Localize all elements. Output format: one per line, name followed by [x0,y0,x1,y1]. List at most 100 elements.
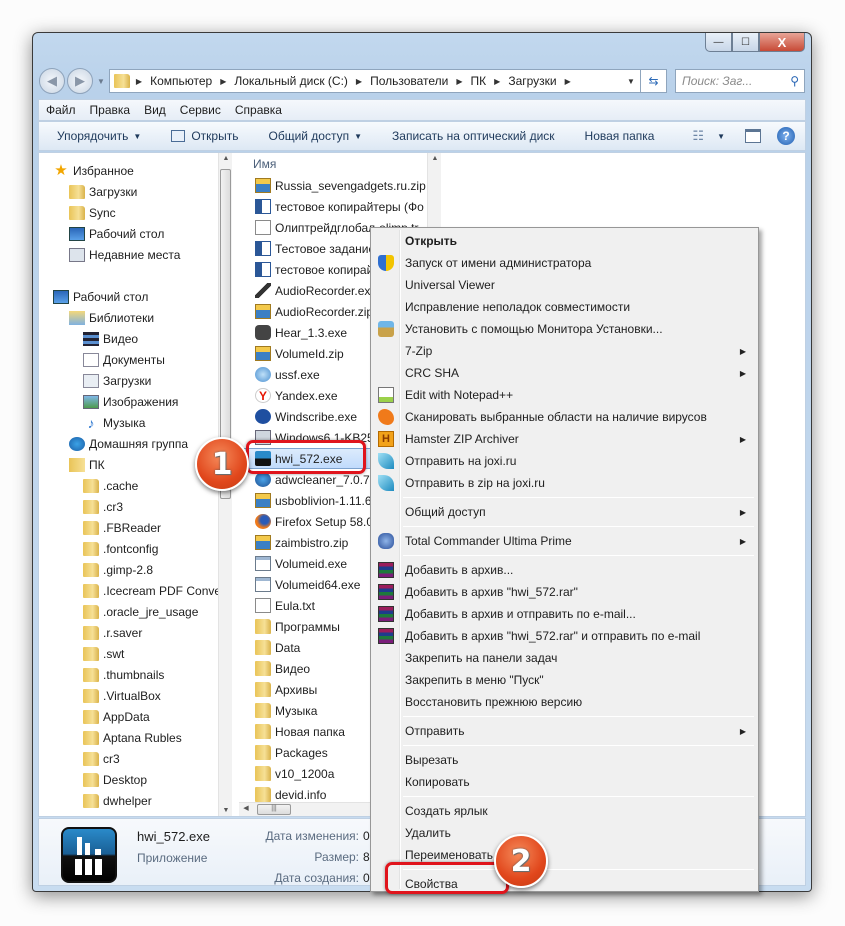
close-button[interactable]: X [759,33,805,52]
nav-item[interactable]: Домашняя группа [39,433,218,454]
burn-button[interactable]: Записать на оптический диск [392,129,555,143]
context-menu-item[interactable]: Добавить в архив "hwi_572.rar" [373,581,756,603]
back-button[interactable]: ◀ [39,68,65,94]
hscroll-thumb[interactable]: ||| [257,804,291,815]
nav-item[interactable]: .oracle_jre_usage [39,601,218,622]
nav-item[interactable]: Загрузки [39,181,218,202]
scroll-down-icon[interactable]: ▼ [219,807,233,814]
context-menu-item[interactable]: Сканировать выбранные области на наличие… [373,406,756,428]
nav-item[interactable]: dwhelper [39,790,218,811]
context-menu-item[interactable]: Добавить в архив "hwi_572.rar" и отправи… [373,625,756,647]
context-menu-item[interactable]: Создать ярлык [373,800,756,822]
nav-item[interactable]: .swt [39,643,218,664]
breadcrumb-separator-icon[interactable]: ▶ [456,77,462,86]
breadcrumb-separator-icon[interactable]: ▶ [220,77,226,86]
view-options-icon[interactable]: ☷ [692,128,704,144]
nav-item[interactable]: .Icecream PDF Conver [39,580,218,601]
file-item[interactable]: Russia_sevengadgets.ru.zip [239,175,427,196]
context-menu-item[interactable]: Добавить в архив... [373,559,756,581]
nav-item[interactable]: Sync [39,202,218,223]
view-dropdown-icon[interactable]: ▼ [717,132,725,141]
menu-item[interactable]: Правка [90,103,131,117]
nav-item[interactable]: Недавние места [39,244,218,265]
context-menu-item[interactable]: Закрепить в меню "Пуск" [373,669,756,691]
menu-item[interactable]: Файл [46,103,76,117]
nav-item[interactable]: ПК [39,454,218,475]
context-menu-item[interactable]: 7-Zip ▶ [373,340,756,362]
nav-item[interactable]: Документы [39,349,218,370]
nav-item[interactable]: Загрузки [39,370,218,391]
menu-item[interactable]: Сервис [180,103,221,117]
recent-pages-dropdown[interactable]: ▼ [97,77,105,86]
context-menu-item[interactable]: Исправление неполадок совместимости [373,296,756,318]
nav-item[interactable]: Библиотеки [39,307,218,328]
help-icon[interactable]: ? [777,127,795,145]
address-dropdown-icon[interactable]: ▼ [622,77,640,86]
preview-pane-icon[interactable] [745,129,761,143]
open-button[interactable]: Открыть [171,129,238,143]
nav-item[interactable]: Aptana Rubles [39,727,218,748]
scroll-up-icon[interactable]: ▲ [428,155,442,162]
minimize-button[interactable]: — [705,33,732,52]
breadcrumb-item[interactable]: Компьютер [150,74,212,88]
file-item[interactable]: тестовое копирайтеры (Фо [239,196,427,217]
context-menu-item[interactable]: Общий доступ ▶ [373,501,756,523]
nav-item[interactable]: cr3 [39,748,218,769]
forward-button[interactable]: ▶ [67,68,93,94]
menu-item[interactable]: Вид [144,103,166,117]
nav-item[interactable]: Видео [39,328,218,349]
context-menu-item[interactable]: Восстановить прежнюю версию [373,691,756,713]
nav-item[interactable]: ♪ Музыка [39,412,218,433]
context-menu-item[interactable]: Отправить ▶ [373,720,756,742]
nav-item[interactable]: Desktop [39,769,218,790]
share-button[interactable]: Общий доступ ▼ [268,129,362,143]
context-menu-item[interactable]: Запуск от имени администратора [373,252,756,274]
nav-item[interactable]: Изображения [39,391,218,412]
breadcrumb-item[interactable]: Загрузки [508,74,556,88]
new-folder-button[interactable]: Новая папка [585,129,655,143]
context-menu-item[interactable]: Universal Viewer [373,274,756,296]
maximize-button[interactable]: ☐ [732,33,759,52]
context-menu-item[interactable]: Отправить на joxi.ru [373,450,756,472]
search-input[interactable]: Поиск: Заг... ⚲ [675,69,805,93]
organize-button[interactable]: Упорядочить ▼ [57,129,141,143]
context-menu-item[interactable]: Edit with Notepad++ [373,384,756,406]
context-menu-item[interactable]: Установить с помощью Монитора Установки.… [373,318,756,340]
context-menu-item[interactable]: Total Commander Ultima Prime ▶ [373,530,756,552]
context-menu-item[interactable]: Вырезать [373,749,756,771]
nav-item[interactable]: Рабочий стол [39,286,218,307]
context-menu-item[interactable]: Отправить в zip на joxi.ru [373,472,756,494]
context-menu-item[interactable]: Закрепить на панели задач [373,647,756,669]
breadcrumb-separator-icon[interactable]: ▶ [136,77,142,86]
nav-item[interactable]: .thumbnails [39,664,218,685]
refresh-button[interactable]: ⇆ [641,69,667,93]
nav-item[interactable]: AppData [39,706,218,727]
context-menu-item[interactable]: Копировать [373,771,756,793]
breadcrumb-separator-icon[interactable]: ▶ [356,77,362,86]
breadcrumb-item[interactable]: ПК [471,74,487,88]
nav-item[interactable]: .cr3 [39,496,218,517]
context-menu-item[interactable]: Удалить [373,822,756,844]
nav-item[interactable]: Рабочий стол [39,223,218,244]
address-bar[interactable]: ▶ Компьютер ▶ Локальный диск (C:) ▶ Пользоват… [108,69,641,93]
column-header-name[interactable]: Имя [239,153,427,175]
breadcrumb-item[interactable]: Локальный диск (C:) [234,74,348,88]
scroll-up-icon[interactable]: ▲ [219,155,233,162]
nav-item[interactable]: .cache [39,475,218,496]
nav-item[interactable]: .gimp-2.8 [39,559,218,580]
menu-item[interactable]: Справка [235,103,282,117]
context-menu-item[interactable]: CRC SHA ▶ [373,362,756,384]
context-menu-item[interactable]: Добавить в архив и отправить по e-mail..… [373,603,756,625]
nav-item[interactable]: .FBReader [39,517,218,538]
nav-item[interactable]: .fontconfig [39,538,218,559]
nav-item[interactable]: ★ Избранное [39,160,218,181]
breadcrumb-separator-icon[interactable]: ▶ [565,77,571,86]
nav-item[interactable]: .r.saver [39,622,218,643]
nav-item[interactable]: .VirtualBox [39,685,218,706]
context-menu-item[interactable]: H Hamster ZIP Archiver ▶ [373,428,756,450]
breadcrumb-separator-icon[interactable]: ▶ [494,77,500,86]
scroll-left-icon[interactable]: ◀ [239,804,253,812]
breadcrumb-item[interactable]: Пользователи [370,74,448,88]
search-icon[interactable]: ⚲ [790,74,799,88]
context-menu-item[interactable]: Открыть [373,230,756,252]
